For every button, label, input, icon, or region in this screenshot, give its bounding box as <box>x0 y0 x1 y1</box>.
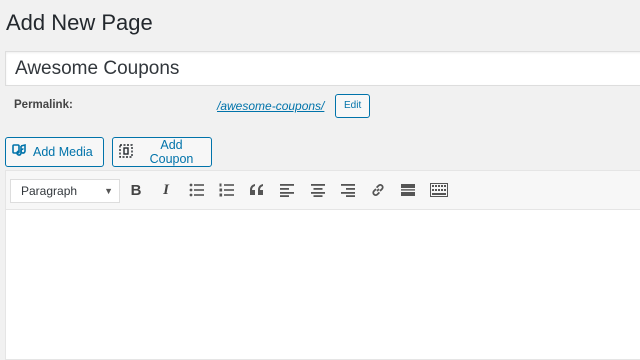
permalink-label: Permalink: <box>14 99 73 111</box>
chevron-down-icon: ▼ <box>104 186 113 196</box>
read-more-icon[interactable] <box>399 181 417 199</box>
permalink-link[interactable]: /awesome-coupons/ <box>217 99 324 113</box>
add-media-label: Add Media <box>33 145 93 159</box>
coupon-icon <box>119 143 133 161</box>
bold-icon[interactable]: B <box>127 181 145 199</box>
numbered-list-icon[interactable] <box>218 181 236 199</box>
edit-permalink-button[interactable]: Edit <box>335 94 371 118</box>
align-center-icon[interactable] <box>309 181 327 199</box>
add-coupon-label: Add Coupon <box>149 138 194 166</box>
post-title-input[interactable] <box>5 51 640 86</box>
page-title: Add New Page <box>6 10 153 35</box>
add-media-button[interactable]: Add Media <box>5 137 104 167</box>
italic-icon[interactable]: I <box>157 181 175 199</box>
align-left-icon[interactable] <box>278 181 296 199</box>
toolbar-toggle-icon[interactable] <box>430 181 448 199</box>
format-select[interactable]: Paragraph ▼ <box>10 179 120 203</box>
editor-toolbar: Paragraph ▼ B I <box>6 171 640 210</box>
blockquote-icon[interactable] <box>248 181 266 199</box>
content-editor[interactable]: Paragraph ▼ B I <box>5 170 640 360</box>
format-select-value: Paragraph <box>21 184 78 198</box>
link-icon[interactable] <box>369 181 387 199</box>
add-media-icon <box>12 143 28 162</box>
bulleted-list-icon[interactable] <box>188 181 206 199</box>
align-right-icon[interactable] <box>339 181 357 199</box>
add-coupon-button[interactable]: Add Coupon <box>112 137 212 167</box>
